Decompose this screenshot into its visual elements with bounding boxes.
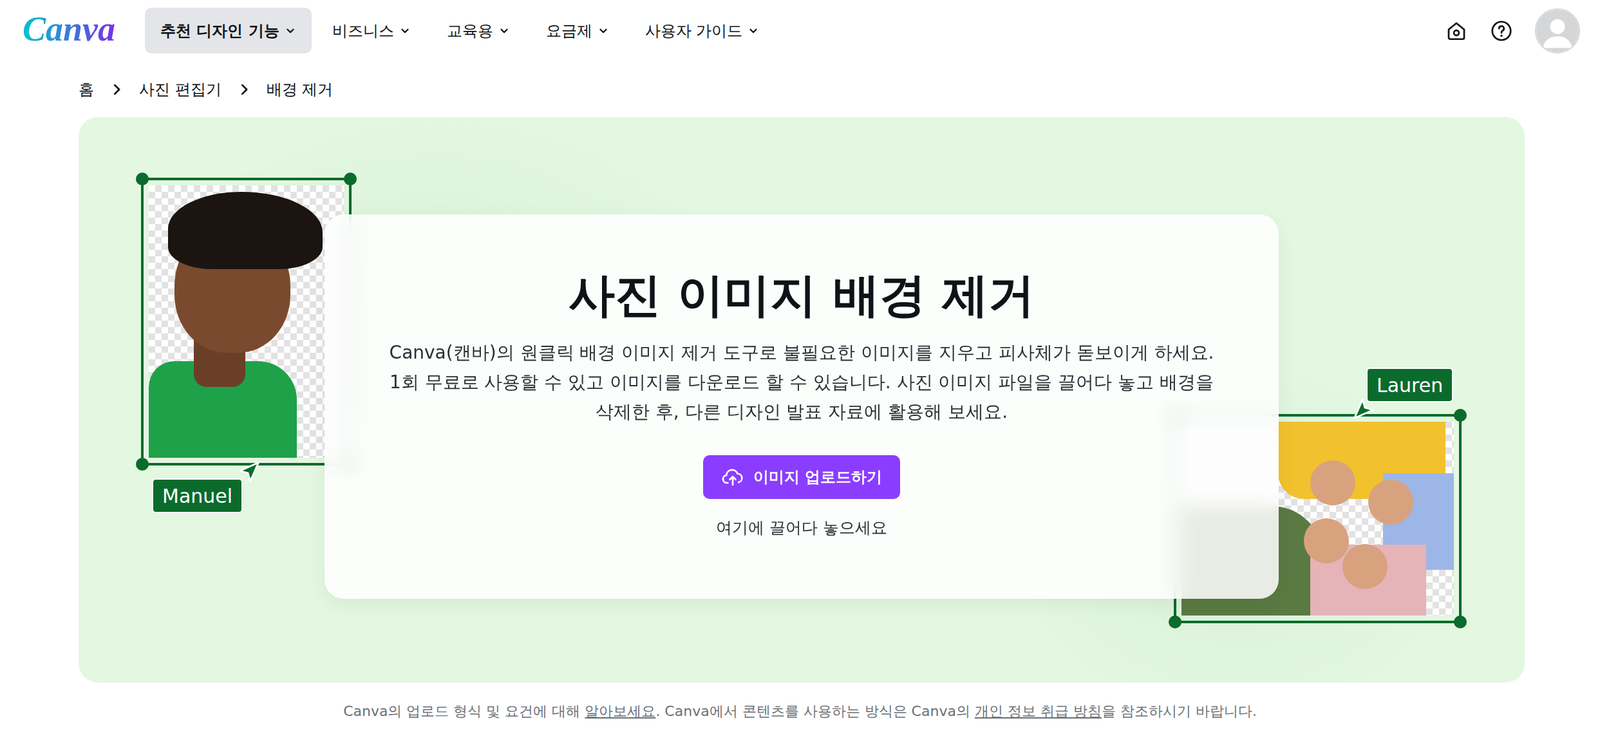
breadcrumb-item[interactable]: 배경 제거 — [266, 79, 334, 100]
cursor-icon — [1352, 397, 1376, 421]
user-avatar[interactable] — [1534, 8, 1581, 54]
breadcrumb-item[interactable]: 사진 편집기 — [139, 79, 222, 100]
cloud-upload-icon — [721, 465, 745, 489]
canva-logo[interactable]: Canva — [22, 11, 120, 51]
nav-item[interactable]: 사용자 가이드 — [629, 7, 776, 54]
hero: Manuel Lauren 사진 이미지 배경 제거 Canva(캔바)의 원클릭 배… — [78, 117, 1525, 683]
hero-description: Canva(캔바)의 원클릭 배경 이미지 제거 도구로 불필요한 이미지를 지… — [389, 338, 1215, 427]
footer-note: Canva의 업로드 형식 및 요건에 대해 알아보세요. Canva에서 콘텐… — [0, 701, 1600, 735]
chevron-down-icon — [498, 25, 510, 37]
user-icon — [1536, 9, 1579, 53]
hero-title: 사진 이미지 배경 제거 — [568, 267, 1035, 323]
home-icon[interactable] — [1444, 19, 1469, 43]
chevron-right-icon — [236, 82, 252, 97]
chevron-down-icon — [284, 25, 297, 37]
nav-item[interactable]: 비즈니스 — [316, 7, 427, 54]
cursor-icon — [237, 460, 261, 484]
nav-item[interactable]: 요금제 — [530, 7, 625, 54]
nav-item[interactable]: 교육용 — [431, 7, 526, 54]
chevron-right-icon — [109, 82, 124, 97]
collaborator-label: Lauren — [1366, 367, 1454, 403]
photo — [148, 185, 344, 458]
top-bar: Canva 추천 디자인 기능비즈니스교육용요금제사용자 가이드 — [0, 0, 1600, 62]
chevron-down-icon — [399, 25, 411, 37]
breadcrumb-item[interactable]: 홈 — [78, 79, 95, 100]
footer-link[interactable]: 개인 정보 취급 방침 — [974, 703, 1102, 720]
collaborator-label: Manuel — [151, 478, 243, 514]
selection-frame — [141, 177, 352, 466]
drop-hint: 여기에 끌어다 놓으세요 — [715, 517, 888, 539]
chevron-down-icon — [747, 25, 760, 37]
chevron-down-icon — [597, 25, 610, 37]
main-nav: 추천 디자인 기능비즈니스교육용요금제사용자 가이드 — [144, 7, 775, 54]
upload-button[interactable]: 이미지 업로드하기 — [703, 455, 901, 499]
help-icon[interactable] — [1489, 19, 1514, 43]
breadcrumb: 홈 사진 편집기 배경 제거 — [0, 61, 1600, 107]
nav-item[interactable]: 추천 디자인 기능 — [144, 7, 312, 54]
footer-link[interactable]: 알아보세요 — [584, 703, 656, 720]
page: Canva 추천 디자인 기능비즈니스교육용요금제사용자 가이드홈 사진 편집기 배경… — [0, 0, 1600, 743]
upload-card[interactable]: 사진 이미지 배경 제거 Canva(캔바)의 원클릭 배경 이미지 제거 도구로… — [324, 214, 1279, 599]
